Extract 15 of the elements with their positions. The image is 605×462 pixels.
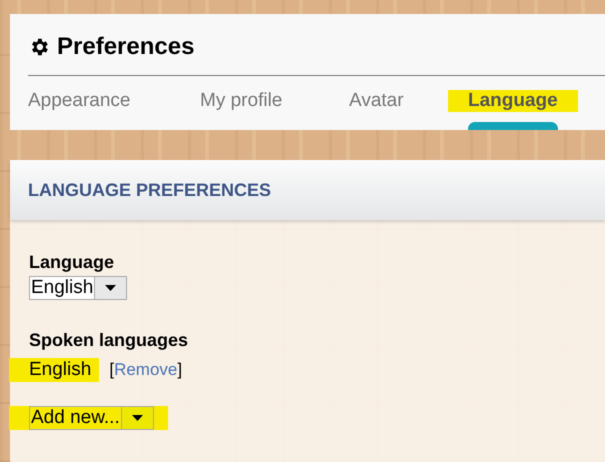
bracket: ] [177,360,182,380]
tab[interactable]: Appearance [10,90,150,112]
language-dropdown[interactable]: English [29,276,128,300]
tab[interactable]: My profile [180,90,302,112]
caret-icon [105,285,116,291]
tab[interactable]: Language [448,90,578,112]
bracket: [ [109,360,114,380]
remove-link[interactable]: Remove [114,360,178,380]
section-title: LANGUAGE PREFERENCES [28,180,272,200]
language-name: English [9,358,100,382]
field-label: Spoken languages [29,330,190,351]
page-title: Preferences [57,33,194,61]
field-label: Language [29,252,116,273]
tab[interactable]: Avatar [329,90,424,112]
caret-icon [132,415,143,421]
